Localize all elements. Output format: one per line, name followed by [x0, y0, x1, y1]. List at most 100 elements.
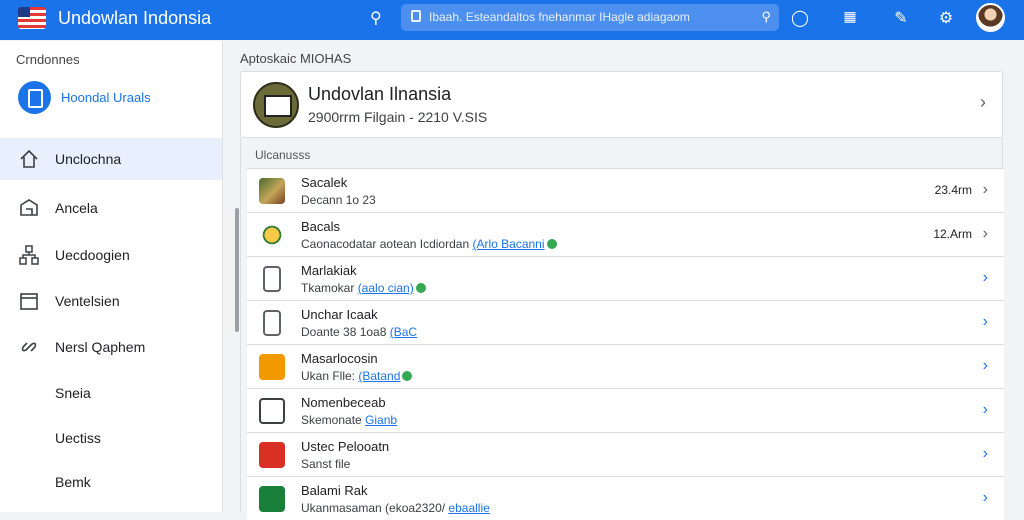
search-icon[interactable]: ⚲ — [370, 8, 382, 28]
folder-icon — [259, 354, 285, 380]
list-item-subtitle: Sanst file — [301, 457, 350, 471]
indonesia-flag-icon — [18, 7, 46, 29]
list-item-title: Sacalek — [301, 175, 348, 190]
sidebar-item-label: Ventelsien — [55, 293, 120, 309]
verified-check-icon — [415, 283, 426, 293]
hero-title: Undovlan Ilnansia — [308, 84, 452, 104]
list-item-link[interactable]: ebaallie — [448, 501, 489, 515]
list-item[interactable]: Unchar Icaak Doante 38 1oa8 (BaC › — [247, 300, 1004, 344]
list-item-subtitle-text: Doante 38 1oa8 — [301, 325, 390, 339]
account-label: Hoondal Uraals — [61, 90, 151, 105]
list-item-subtitle: Ukanmasaman (ekoa2320/ ebaallie — [301, 501, 490, 515]
list-item-link[interactable]: (Batand — [358, 369, 400, 383]
account-icon — [18, 81, 51, 114]
verified-check-icon — [402, 371, 413, 381]
sidebar-item-bemk[interactable]: Bemk — [0, 461, 222, 503]
sidebar-item-home[interactable]: Unclochna — [0, 138, 222, 180]
sidebar-scrollbar[interactable] — [235, 208, 239, 332]
list-item-time: 23.4rm — [934, 183, 972, 197]
sidebar-item-label: Uecdoogien — [55, 247, 130, 263]
main-content: Aptoskaic MIOHAS Undovlan Ilnansia 2900r… — [240, 41, 1004, 520]
list-item-subtitle: Tkamokar (aalo cian) — [301, 281, 426, 295]
list-item[interactable]: Marlakiak Tkamokar (aalo cian) › — [247, 256, 1004, 300]
sidebar-item-calendar[interactable]: Ventelsien — [0, 280, 222, 322]
document-icon — [263, 310, 281, 336]
list-item-link[interactable]: (Arlo Bacanni — [472, 237, 544, 251]
list-item[interactable]: Bacals Caonacodatar aotean Icdiordan (Arl… — [247, 212, 1004, 256]
list-item-title: Unchar Icaak — [301, 307, 378, 322]
sidebar-item-sneia[interactable]: Sneia — [0, 372, 222, 414]
sidebar-item-links[interactable]: Nersl Qaphem — [0, 326, 222, 368]
list-item-subtitle-text: Ukanmasaman (ekoa2320/ — [301, 501, 449, 515]
list-item-link[interactable]: Gianb — [365, 413, 397, 427]
list-item-subtitle: Caonacodatar aotean Icdiordan (Arlo Baca… — [301, 237, 557, 251]
sidebar-heading: Crndonnes — [16, 52, 80, 67]
list-item-subtitle: Skemonate Gianb — [301, 413, 397, 427]
document-icon — [411, 10, 421, 22]
sidebar-item-label: Unclochna — [55, 151, 122, 167]
search-box[interactable]: ⚲ — [401, 4, 779, 31]
sidebar-item-uectiss[interactable]: Uectiss — [0, 417, 222, 459]
badge-icon — [259, 442, 285, 468]
sidebar-item-mail[interactable]: Ancela — [0, 187, 222, 229]
search-input[interactable] — [429, 7, 749, 27]
search-icon[interactable]: ⚲ — [761, 9, 771, 25]
sidebar-item-label: Uectiss — [55, 430, 101, 446]
list-item-link[interactable]: (aalo cian) — [358, 281, 414, 295]
apps-grid-icon[interactable]: ▦ — [840, 8, 860, 25]
chevron-right-icon: › — [982, 489, 988, 506]
list-item-title: Bacals — [301, 219, 341, 234]
avatar[interactable] — [976, 3, 1005, 32]
list-item-title: Balami Rak — [301, 483, 368, 498]
link-icon — [21, 342, 37, 352]
app-logo-icon — [253, 82, 299, 128]
list-item[interactable]: Sacalek Decann 1o 23 23.4rm › — [247, 168, 1004, 212]
sidebar-item-label: Nersl Qaphem — [55, 339, 146, 355]
hero-subtitle: 2900rrm Filgain - 2210 V.SIS — [308, 109, 488, 125]
list-item-subtitle-text: Decann 1o 23 — [301, 193, 376, 207]
list-item[interactable]: Nomenbeceab Skemonate Gianb › — [247, 388, 1004, 432]
list-item-time: 12.Arm — [933, 227, 972, 241]
chevron-right-icon: › — [980, 92, 986, 112]
list-icon — [259, 398, 285, 424]
list-item-subtitle: Doante 38 1oa8 (BaC — [301, 325, 417, 339]
account-switcher[interactable]: Hoondal Uraals — [18, 81, 151, 114]
sidebar-item-label: Sneia — [55, 385, 91, 401]
list-item[interactable]: Masarlocosin Ukan Flle: (Batand › — [247, 344, 1004, 388]
list-item-subtitle-text: Sanst file — [301, 457, 351, 471]
settings-icon[interactable]: ⚙ — [936, 8, 956, 28]
list-item-title: Ustec Pelooatn — [301, 439, 390, 454]
stamp-icon — [259, 222, 285, 248]
chevron-right-icon: › — [982, 357, 988, 374]
add-account-icon[interactable]: ✎ — [891, 8, 911, 28]
photo-icon — [259, 178, 285, 204]
calendar-icon — [20, 293, 38, 310]
list-item-subtitle-text: Skemonate — [301, 413, 366, 427]
list-item-title: Masarlocosin — [301, 351, 378, 366]
sidebar-item-label: Ancela — [55, 200, 98, 216]
list-item-link[interactable]: (BaC — [390, 325, 417, 339]
section-label: Aptoskaic MIOHAS — [240, 51, 352, 66]
chevron-right-icon: › — [982, 445, 988, 462]
chevron-right-icon: › — [982, 225, 988, 242]
sidebar: Crndonnes Hoondal Uraals Unclochna Ancel… — [0, 41, 223, 512]
network-icon — [19, 245, 39, 265]
list-item-subtitle: Ukan Flle: (Batand — [301, 369, 413, 383]
sidebar-item-network[interactable]: Uecdoogien — [0, 234, 222, 276]
app-title: Undowlan Indonsia — [58, 8, 212, 28]
list-label: Ulcanusss — [255, 148, 311, 162]
list-item-subtitle-text: Tkamokar — [301, 281, 358, 295]
list-item-subtitle: Decann 1o 23 — [301, 193, 376, 207]
list-item[interactable]: Ustec Pelooatn Sanst file › — [247, 432, 1004, 476]
hero-card[interactable]: Undovlan Ilnansia 2900rrm Filgain - 2210… — [240, 71, 1003, 138]
shield-icon[interactable]: ◯ — [790, 8, 810, 28]
list-item[interactable]: Balami Rak Ukanmasaman (ekoa2320/ ebaalli… — [247, 476, 1004, 520]
mail-icon — [20, 199, 38, 216]
list-item-title: Marlakiak — [301, 263, 357, 278]
document-icon — [263, 266, 281, 292]
list-item-subtitle-text: Ukan Flle: — [301, 369, 359, 383]
list-item-subtitle-text: Caonacodatar aotean Icdiordan — [301, 237, 473, 251]
list-card: Ulcanusss Sacalek Decann 1o 23 23.4rm › Baca… — [240, 138, 1004, 520]
chevron-right-icon: › — [982, 181, 988, 198]
verified-check-icon — [546, 239, 557, 249]
